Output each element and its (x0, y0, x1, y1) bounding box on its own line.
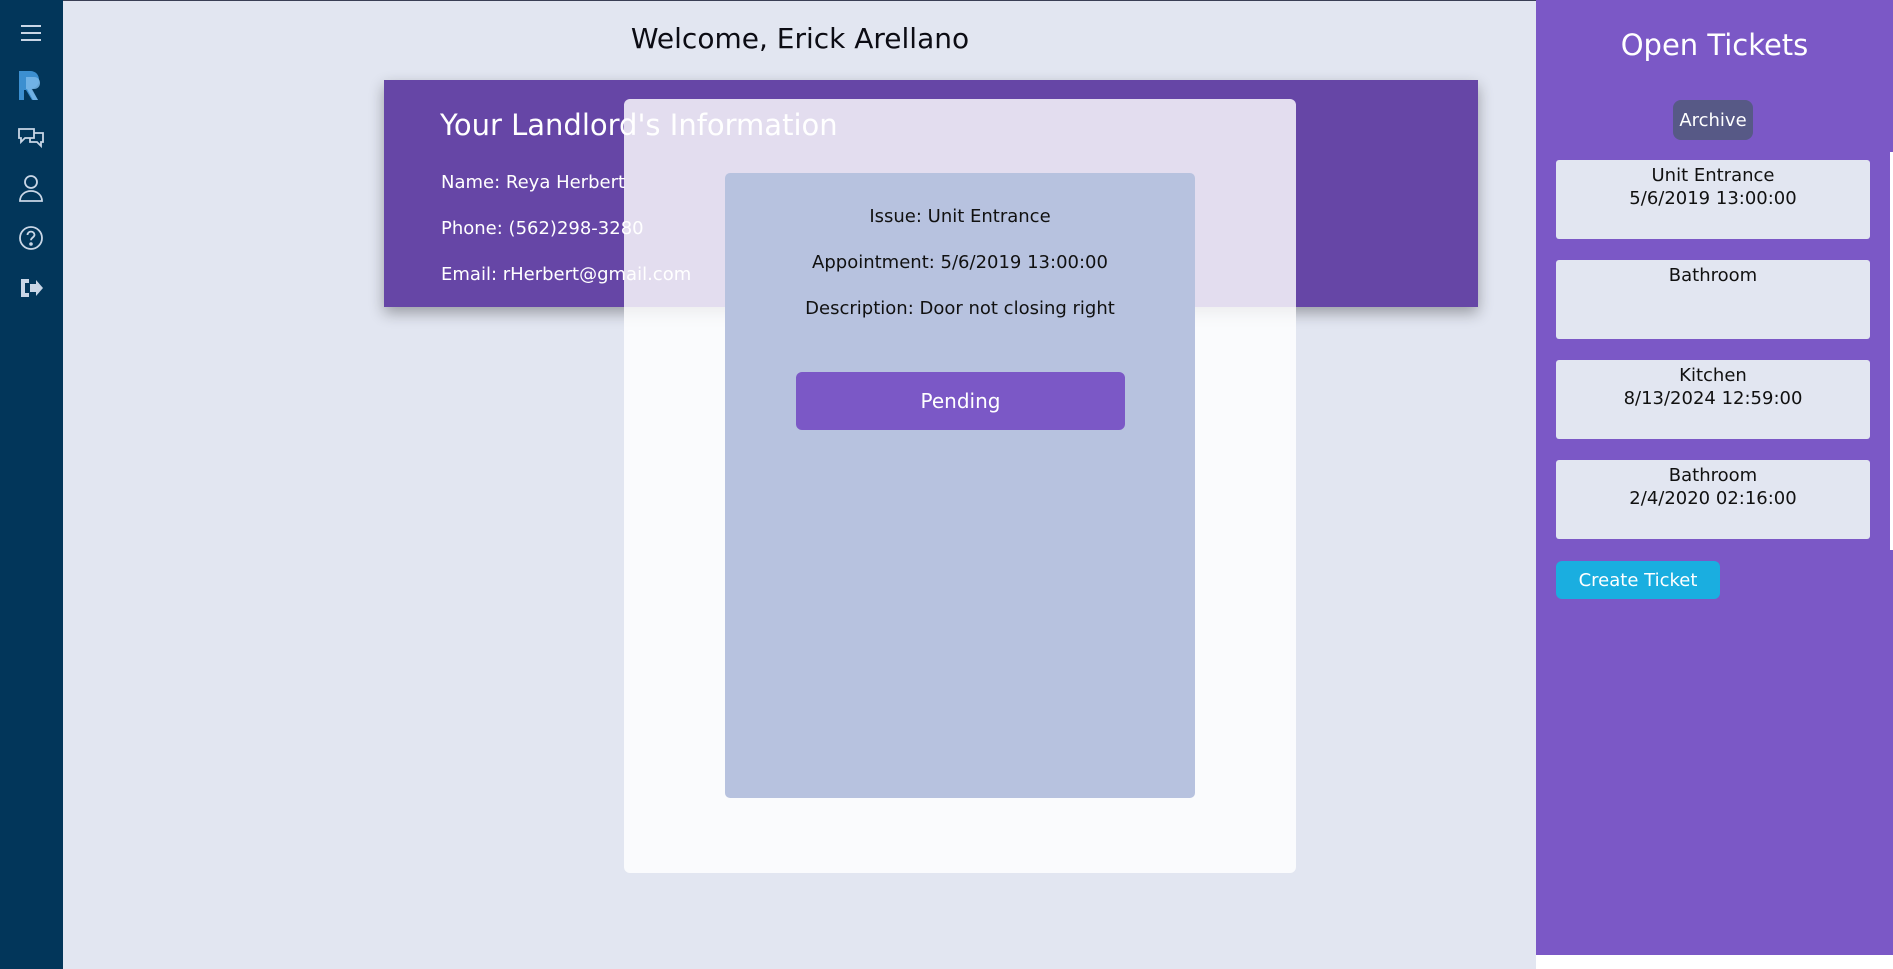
ticket-item[interactable]: Bathroom 2/4/2020 02:16:00 (1556, 460, 1870, 539)
open-tickets-title: Open Tickets (1620, 28, 1809, 62)
ticket-item-issue: Bathroom (1668, 465, 1758, 486)
ticket-description: Description: Door not closing right (805, 298, 1115, 319)
pending-status-button[interactable]: Pending (796, 372, 1125, 430)
archive-button[interactable]: Archive (1673, 100, 1753, 140)
ticket-item[interactable]: Kitchen 8/13/2024 12:59:00 (1556, 360, 1870, 439)
ticket-item-date: 5/6/2019 13:00:00 (1629, 188, 1797, 209)
landlord-name: Name: Reya Herbert (441, 172, 626, 193)
welcome-heading: Welcome, Erick Arellano (630, 22, 970, 55)
open-tickets-panel: Open Tickets Archive Unit Entrance 5/6/2… (1536, 0, 1893, 955)
ticket-issue: Issue: Unit Entrance (869, 206, 1051, 227)
ticket-item-issue: Bathroom (1668, 265, 1758, 286)
profile-icon[interactable] (14, 171, 48, 205)
ticket-detail-card: Issue: Unit Entrance Appointment: 5/6/20… (725, 173, 1195, 798)
ticket-item[interactable]: Bathroom (1556, 260, 1870, 339)
top-border (63, 0, 1537, 1)
ticket-item-date: 8/13/2024 12:59:00 (1623, 388, 1803, 409)
logout-icon[interactable] (14, 271, 48, 305)
help-icon[interactable] (14, 221, 48, 255)
logo-icon[interactable] (14, 68, 48, 102)
ticket-item-issue: Kitchen (1679, 365, 1747, 386)
ticket-item[interactable]: Unit Entrance 5/6/2019 13:00:00 (1556, 160, 1870, 239)
bottom-strip (1536, 955, 1893, 969)
ticket-appointment: Appointment: 5/6/2019 13:00:00 (812, 252, 1108, 273)
landlord-phone: Phone: (562)298-3280 (441, 218, 644, 239)
create-ticket-button[interactable]: Create Ticket (1556, 561, 1720, 599)
sidebar-nav (0, 0, 63, 969)
menu-icon[interactable] (14, 16, 48, 50)
ticket-item-issue: Unit Entrance (1651, 165, 1775, 186)
ticket-item-date: 2/4/2020 02:16:00 (1629, 488, 1797, 509)
chat-icon[interactable] (14, 121, 48, 155)
